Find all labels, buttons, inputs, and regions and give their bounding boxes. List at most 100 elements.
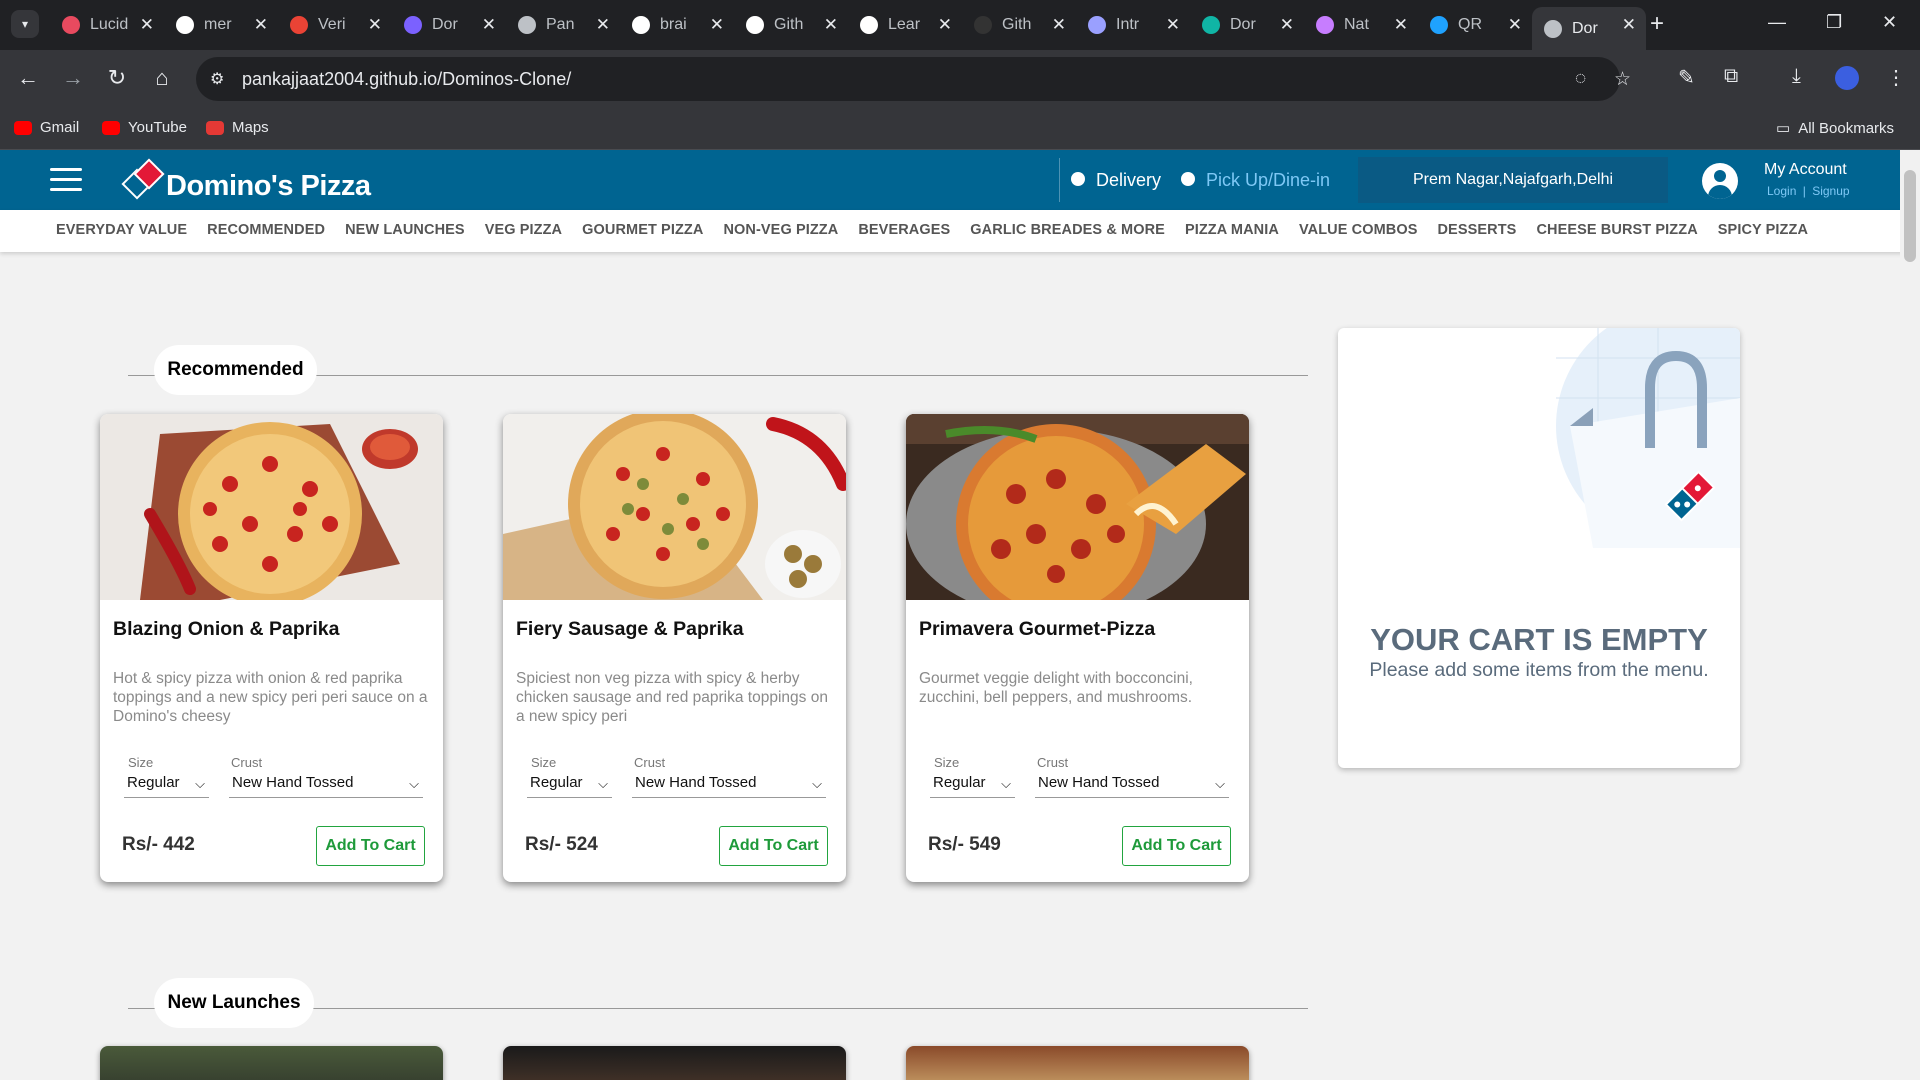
crust-select[interactable]: New Hand Tossed ⌵ [1035, 774, 1229, 798]
tab-close-icon[interactable]: ✕ [596, 15, 610, 35]
category-link[interactable]: VEG PIZZA [485, 222, 562, 238]
category-link[interactable]: GARLIC BREADES & MORE [970, 222, 1165, 238]
minimize-icon[interactable]: — [1768, 12, 1786, 33]
bookmark-item[interactable]: Maps [206, 119, 269, 136]
browser-tab[interactable]: brai ✕ [620, 7, 734, 43]
browser-tab[interactable]: Gith ✕ [734, 7, 848, 43]
tab-title: Lucid [90, 16, 129, 33]
tab-close-icon[interactable]: ✕ [140, 15, 154, 35]
delivery-label[interactable]: Delivery [1096, 170, 1161, 191]
tab-close-icon[interactable]: ✕ [482, 15, 496, 35]
site-info-icon[interactable]: ⚙ [210, 69, 224, 89]
login-signup: Login | Signup [1767, 184, 1850, 198]
browser-tab[interactable]: Dor ✕ [1190, 7, 1304, 43]
chevron-down-icon: ⌵ [409, 776, 419, 791]
tab-close-icon[interactable]: ✕ [824, 15, 838, 35]
back-arrow-icon[interactable]: ← [14, 65, 42, 91]
pizza-image[interactable] [100, 414, 443, 600]
location-selector[interactable]: Prem Nagar,Najafgarh,Delhi [1358, 157, 1668, 203]
browser-tab[interactable]: Dor ✕ [392, 7, 506, 43]
size-select[interactable]: Regular ⌵ [930, 774, 1015, 798]
all-bookmarks[interactable]: ▭ All Bookmarks [1776, 119, 1894, 138]
category-link[interactable]: SPICY PIZZA [1718, 222, 1808, 238]
signup-link[interactable]: Signup [1812, 184, 1849, 198]
size-select[interactable]: Regular ⌵ [527, 774, 612, 798]
browser-tab[interactable]: Lear ✕ [848, 7, 962, 43]
tab-search-chevron-icon[interactable]: ▾ [11, 10, 39, 38]
new-launch-card-image[interactable] [100, 1046, 443, 1080]
chevron-down-icon: ⌵ [1001, 776, 1011, 791]
scroll-thumb[interactable] [1904, 170, 1916, 262]
category-link[interactable]: GOURMET PIZZA [582, 222, 703, 238]
browser-tab[interactable]: mer ✕ [164, 7, 278, 43]
crust-select[interactable]: New Hand Tossed ⌵ [229, 774, 423, 798]
new-tab-plus-icon[interactable]: + [1650, 10, 1664, 38]
forward-arrow-icon[interactable]: → [59, 65, 87, 91]
hamburger-menu-icon[interactable] [50, 168, 82, 198]
my-account-title[interactable]: My Account [1764, 161, 1847, 179]
tab-close-icon[interactable]: ✕ [1166, 15, 1180, 35]
bookmark-item[interactable]: Gmail [14, 119, 79, 136]
menu-kebab-icon[interactable]: ⋮ [1886, 65, 1906, 90]
new-launch-card-image[interactable] [503, 1046, 846, 1080]
tab-close-icon[interactable]: ✕ [1622, 15, 1636, 35]
pizza-image[interactable] [503, 414, 846, 600]
tab-close-icon[interactable]: ✕ [254, 15, 268, 35]
brand-logo[interactable]: Domino's Pizza [121, 157, 371, 203]
add-to-cart-button[interactable]: Add To Cart [1122, 826, 1231, 866]
new-launch-card-image[interactable] [906, 1046, 1249, 1080]
reload-icon[interactable]: ↻ [103, 65, 131, 91]
browser-tab[interactable]: Veri ✕ [278, 7, 392, 43]
category-link[interactable]: BEVERAGES [858, 222, 950, 238]
window-close-icon[interactable]: ✕ [1882, 12, 1897, 33]
pickup-radio[interactable] [1181, 172, 1195, 186]
pizza-image[interactable] [906, 414, 1249, 600]
tab-close-icon[interactable]: ✕ [1508, 15, 1522, 35]
size-select[interactable]: Regular ⌵ [124, 774, 209, 798]
browser-tab[interactable]: Pan ✕ [506, 7, 620, 43]
browser-tab[interactable]: Nat ✕ [1304, 7, 1418, 43]
category-link[interactable]: DESSERTS [1437, 222, 1516, 238]
bookmark-star-icon[interactable]: ☆ [1614, 68, 1631, 91]
tab-close-icon[interactable]: ✕ [368, 15, 382, 35]
tab-close-icon[interactable]: ✕ [938, 15, 952, 35]
category-link[interactable]: NEW LAUNCHES [345, 222, 465, 238]
add-to-cart-button[interactable]: Add To Cart [719, 826, 828, 866]
category-link[interactable]: VALUE COMBOS [1299, 222, 1418, 238]
crust-select[interactable]: New Hand Tossed ⌵ [632, 774, 826, 798]
category-link[interactable]: RECOMMENDED [207, 222, 325, 238]
address-bar[interactable]: ⚙ pankajjaat2004.github.io/Dominos-Clone… [196, 57, 1631, 101]
pickup-label[interactable]: Pick Up/Dine-in [1206, 170, 1330, 191]
browser-tab[interactable]: Intr ✕ [1076, 7, 1190, 43]
eye-off-icon[interactable]: ◌ [1575, 68, 1586, 90]
restore-icon[interactable]: ❐ [1826, 12, 1842, 33]
browser-tab[interactable]: Gith ✕ [962, 7, 1076, 43]
browser-tab-strip: ▾ Lucid ✕ mer ✕ Veri ✕ Dor ✕ Pan ✕ brai ✕ Gith ✕ Lear ✕… [0, 0, 1920, 50]
browser-tab[interactable]: Lucid ✕ [50, 7, 164, 43]
login-link[interactable]: Login [1767, 184, 1796, 198]
category-link[interactable]: EVERYDAY VALUE [56, 222, 187, 238]
tab-close-icon[interactable]: ✕ [1052, 15, 1066, 35]
tab-close-icon[interactable]: ✕ [1280, 15, 1294, 35]
browser-tab[interactable]: QR ✕ [1418, 7, 1532, 43]
profile-avatar[interactable] [1835, 66, 1859, 90]
size-value: Regular [933, 774, 986, 791]
youtube-icon [14, 120, 32, 135]
product-card: Blazing Onion & Paprika Hot & spicy pizza… [100, 414, 443, 882]
page-scrollbar[interactable] [1900, 150, 1920, 1080]
add-to-cart-button[interactable]: Add To Cart [316, 826, 425, 866]
tab-close-icon[interactable]: ✕ [710, 15, 724, 35]
home-icon[interactable]: ⌂ [148, 65, 176, 91]
category-link[interactable]: PIZZA MANIA [1185, 222, 1279, 238]
download-icon[interactable]: ⤓ [1792, 65, 1801, 88]
account-icon[interactable] [1702, 163, 1738, 199]
delivery-radio[interactable] [1071, 172, 1085, 186]
extensions-icon[interactable]: ⧉ [1724, 65, 1738, 88]
browser-tab[interactable]: Dor ✕ [1532, 7, 1646, 50]
bookmark-item[interactable]: YouTube [102, 119, 187, 136]
category-link[interactable]: NON-VEG PIZZA [723, 222, 838, 238]
pen-icon[interactable]: ✎ [1678, 65, 1695, 90]
category-link[interactable]: CHEESE BURST PIZZA [1536, 222, 1697, 238]
url-text[interactable]: pankajjaat2004.github.io/Dominos-Clone/ [242, 69, 571, 90]
tab-close-icon[interactable]: ✕ [1394, 15, 1408, 35]
